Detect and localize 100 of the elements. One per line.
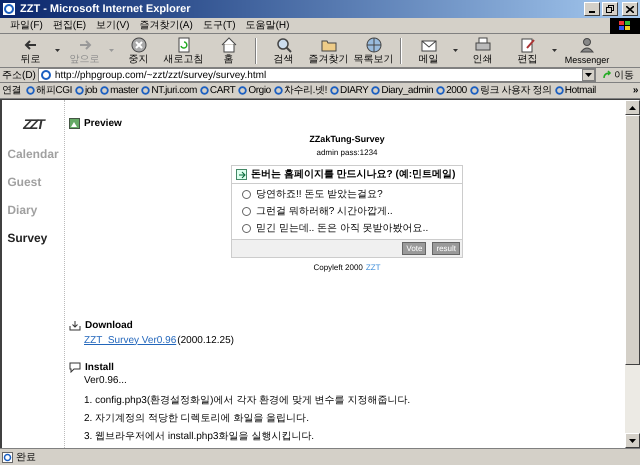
option-label: 믿긴 믿는데.. 돈은 아직 못받아봤어요.. — [256, 222, 428, 236]
page-icon — [470, 86, 479, 95]
link-button[interactable]: 링크 사용자 정의 — [470, 83, 552, 98]
menu-item[interactable]: 도움말(H) — [246, 18, 290, 33]
menu-item[interactable]: 파일(F) — [10, 18, 43, 33]
page-icon — [200, 86, 209, 95]
status-text: 완료 — [16, 450, 36, 464]
radio-button[interactable] — [242, 190, 251, 198]
section-heading: Install — [85, 360, 114, 374]
more-links-button[interactable]: » — [632, 83, 638, 98]
speech-bubble-icon — [69, 362, 81, 372]
up-arrow-icon — [629, 106, 636, 110]
link-button[interactable]: master — [100, 83, 138, 98]
install-step: 2. 자기계정의 적당한 디렉토리에 화일을 올립니다. — [84, 412, 625, 424]
section-heading: Preview — [84, 117, 122, 131]
stop-icon — [130, 36, 148, 54]
release-date: (2000.12.25) — [177, 334, 234, 348]
download-icon — [69, 320, 81, 330]
option-label: 그런걸 뭐하러해? 시간아깝게.. — [256, 204, 393, 218]
download-link[interactable]: ZZT_Survey Ver0.96 — [84, 332, 176, 348]
option-label: 당연하죠!! 돈도 받았는걸요? — [256, 188, 383, 202]
install-step: 1. config.php3(환경설정화일)에서 각자 환경에 맞게 변수를 지정해줍니다. — [84, 394, 625, 406]
person-icon — [578, 36, 596, 54]
go-arrow-icon — [602, 70, 612, 80]
page-icon — [100, 86, 110, 95]
globe-icon — [364, 36, 382, 54]
sidebar-link[interactable]: Survey — [7, 229, 48, 247]
toolbar-button[interactable]: 편집 — [505, 34, 550, 66]
link-button[interactable]: DIARY — [330, 83, 368, 98]
link-button[interactable]: 2000 — [436, 83, 467, 98]
site-logo: ZZT — [23, 115, 43, 134]
menu-item[interactable]: 도구(T) — [202, 18, 236, 33]
picture-icon — [69, 118, 80, 129]
page-icon — [141, 86, 150, 95]
toolbar-button[interactable]: Messenger — [559, 34, 615, 66]
toolbar-button[interactable]: 즐겨찾기 — [306, 34, 351, 66]
close-icon — [626, 6, 634, 12]
toolbar-button[interactable]: 인쇄 — [460, 34, 505, 66]
page-icon — [274, 86, 283, 95]
link-button[interactable]: Diary_admin — [371, 83, 434, 98]
caret-icon — [453, 49, 458, 52]
menu-item[interactable]: 편집(E) — [52, 18, 86, 33]
link-button[interactable]: 차수리.넷! — [274, 83, 328, 98]
caret-icon — [55, 49, 60, 52]
toolbar-button[interactable]: 새로고침 — [161, 34, 206, 66]
printer-icon — [474, 36, 492, 54]
home-icon — [220, 36, 238, 54]
toolbar-button[interactable]: 검색 — [261, 34, 306, 66]
form-icon — [236, 168, 247, 180]
toolbar-button[interactable]: 메일 — [406, 34, 451, 66]
radio-button[interactable] — [242, 206, 251, 216]
admin-password-note: admin pass:1234 — [316, 146, 378, 158]
toolbar-button[interactable]: 중지 — [116, 34, 161, 66]
caret-icon — [552, 49, 557, 52]
window-title: ZZT - Microsoft Internet Explorer — [20, 2, 191, 17]
radio-button[interactable] — [242, 224, 251, 232]
page-icon — [2, 452, 13, 462]
install-step: 3. 웹브라우저에서 install.php3화일을 실행시킵니다. — [84, 430, 625, 442]
section-heading: Download — [85, 318, 133, 332]
page-icon — [74, 86, 84, 95]
page-icon — [40, 70, 51, 80]
address-text: http://phpgroup.com/~zzt/zzt/survey/survey.html — [54, 68, 266, 82]
address-field[interactable]: http://phpgroup.com/~zzt/zzt/survey/survey.html — [38, 68, 596, 82]
footer-link[interactable]: ZZT — [366, 262, 381, 274]
address-label: 주소(D) — [2, 68, 36, 82]
go-button[interactable]: 이동 — [598, 68, 638, 82]
pencil-page-icon — [518, 36, 536, 54]
links-label: 연결 — [2, 84, 22, 98]
page-icon — [330, 86, 340, 95]
toolbar-button[interactable]: 목록보기 — [351, 34, 396, 66]
page-icon — [26, 86, 36, 95]
link-button[interactable]: 해피CGI — [26, 83, 72, 98]
link-button[interactable]: Hotmail — [554, 83, 596, 98]
link-button[interactable]: Orgio — [238, 83, 271, 98]
minimize-icon — [589, 11, 595, 13]
menu-item[interactable]: 보기(V) — [96, 18, 130, 33]
survey-question: 돈버는 홈페이지를 만드시나요? (예:민트메일) — [251, 168, 456, 182]
dropdown-button[interactable] — [582, 69, 595, 81]
install-step: Ver0.96... — [84, 374, 625, 386]
scroll-thumb[interactable] — [625, 115, 640, 365]
restore-icon — [606, 5, 614, 13]
toolbar-button[interactable]: 뒤로 — [8, 34, 53, 66]
minimize-button[interactable] — [584, 2, 600, 16]
windows-logo-icon — [619, 20, 631, 30]
toolbar-button[interactable]: 홈 — [206, 34, 251, 66]
caret-icon — [585, 73, 592, 77]
page-icon — [238, 86, 248, 95]
link-button[interactable]: CART — [200, 83, 236, 98]
restore-button[interactable] — [602, 2, 618, 16]
scroll-down-button[interactable] — [625, 433, 640, 448]
close-button[interactable] — [622, 2, 638, 16]
survey-title: ZZakTung-Survey — [309, 133, 385, 146]
link-button[interactable]: job — [74, 83, 98, 98]
page-icon — [554, 86, 564, 95]
scroll-up-button[interactable] — [625, 100, 640, 115]
link-button[interactable]: NT.juri.com — [141, 83, 197, 98]
page-icon — [436, 86, 446, 95]
menu-item[interactable]: 즐겨찾기(A) — [139, 18, 193, 33]
copyleft-text: Copyleft 2000 — [313, 262, 363, 274]
page-icon — [371, 86, 380, 95]
